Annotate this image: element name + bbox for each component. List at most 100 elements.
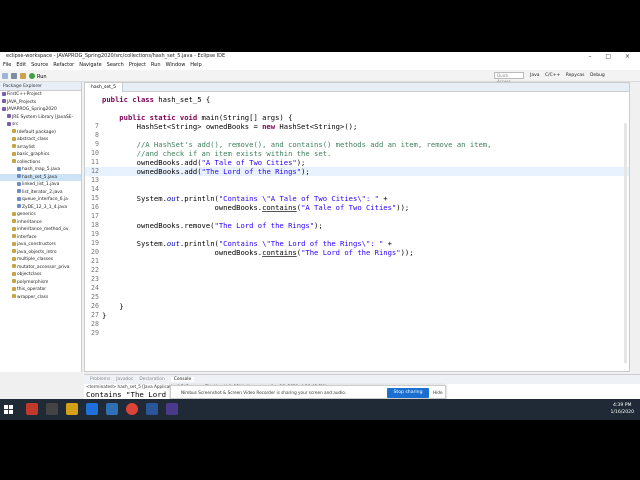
edge-icon[interactable] <box>86 403 98 415</box>
tree-item[interactable]: this_operator <box>0 286 81 294</box>
tree-item[interactable]: hash_set_5.java <box>0 173 81 181</box>
tree-item-label: JRE System Library [JavaSE- <box>12 114 74 120</box>
new-icon[interactable] <box>2 73 8 79</box>
code-line: 18 ownedBooks.remove("The Lord of the Ri… <box>85 221 629 230</box>
outlook-icon[interactable] <box>146 403 158 415</box>
code-token: System. <box>102 239 167 248</box>
tree-item-label: multiple_classes <box>17 257 54 262</box>
hide-button[interactable]: Hide <box>433 386 443 400</box>
tab-problems[interactable]: Problems <box>90 377 110 382</box>
tree-item[interactable]: wrapper_class <box>0 294 81 302</box>
save-icon[interactable] <box>11 73 17 79</box>
line-number: 7 <box>95 122 99 130</box>
tree-item-label: queue_interface_6.ja <box>22 197 68 202</box>
package-icon <box>7 114 11 118</box>
package-tree: FirstC++Project JAVA_Projects JAVAPROG_Spr… <box>0 91 81 301</box>
code-text: public static void main(String[] args) { <box>102 113 292 122</box>
windows-start-icon[interactable] <box>4 405 13 414</box>
window-controls[interactable]: – □ × <box>588 52 636 61</box>
code-token: "Contains \"A Tale of Two Cities\": " <box>218 194 379 203</box>
run-icon[interactable] <box>29 73 35 79</box>
tree-item[interactable]: collections <box>0 159 81 167</box>
editor-tab-hash-set-5[interactable]: hash_set_5 <box>85 83 124 92</box>
code-line: public class hash_set_5 { <box>85 95 629 104</box>
editor-scrollbar[interactable] <box>624 123 627 363</box>
tree-item[interactable]: arraylist <box>0 144 81 152</box>
taskbar-app-icon[interactable] <box>26 403 38 415</box>
code-text: System.out.println("Contains \"A Tale of… <box>102 194 388 203</box>
menu-window[interactable]: Window <box>166 62 186 68</box>
tab-javadoc[interactable]: Javadoc <box>116 377 133 382</box>
code-token: contains <box>262 248 297 257</box>
menu-edit[interactable]: Edit <box>16 62 26 68</box>
line-number: 13 <box>91 176 99 184</box>
menu-project[interactable]: Project <box>129 62 146 68</box>
tree-item[interactable]: java_constructors <box>0 241 81 249</box>
line-number: 12 <box>91 167 99 175</box>
menu-search[interactable]: Search <box>107 62 124 68</box>
line-number: 23 <box>91 275 99 283</box>
package-icon <box>12 129 16 133</box>
line-number: 19 <box>91 239 99 247</box>
perspective-java[interactable]: Java <box>530 73 540 78</box>
system-clock[interactable]: 4:39 PM 1/16/2020 <box>610 402 634 416</box>
tree-item-label: this_operator <box>17 287 47 292</box>
debug-icon[interactable] <box>20 73 26 79</box>
code-token: ownedBooks.add( <box>102 158 202 167</box>
tree-item[interactable]: basic_graphics <box>0 151 81 159</box>
eclipse-icon[interactable] <box>166 403 178 415</box>
word-icon[interactable] <box>106 403 118 415</box>
code-token: new <box>262 122 280 131</box>
code-line: 13 <box>85 176 629 185</box>
menu-refactor[interactable]: Refactor <box>53 62 74 68</box>
tree-item[interactable]: src <box>0 121 81 129</box>
tree-item[interactable]: FirstC++Project <box>0 91 81 99</box>
tree-item[interactable]: linked_list_1.java <box>0 181 81 189</box>
tree-item[interactable]: mutator_accessor_priva <box>0 264 81 272</box>
tree-item[interactable]: generics <box>0 211 81 219</box>
code-token: "The Lord of the Rings" <box>201 167 302 176</box>
file-explorer-icon[interactable] <box>66 403 78 415</box>
tree-item-label: FirstC++Project <box>7 92 42 97</box>
menu-source[interactable]: Source <box>31 62 48 68</box>
menu-navigate[interactable]: Navigate <box>79 62 101 68</box>
tree-item[interactable]: java_objects_intro <box>0 249 81 257</box>
code-text: ownedBooks.add("A Tale of Two Cities"); <box>102 158 306 167</box>
taskbar-app-icon[interactable] <box>46 403 58 415</box>
menu-run[interactable]: Run <box>151 62 161 68</box>
tree-item-label: linked_list_1.java <box>22 182 60 187</box>
quick-access-input[interactable]: Quick Access <box>494 72 524 84</box>
chrome-icon[interactable] <box>126 403 138 415</box>
tree-item[interactable]: ZyDE_12_3_1_4.java <box>0 204 81 212</box>
tree-item[interactable]: list_iterator_2.java <box>0 189 81 197</box>
code-token: ownedBooks.remove( <box>102 221 215 230</box>
code-area[interactable]: public class hash_set_5 { public static … <box>85 95 629 371</box>
tree-item[interactable]: objectclass <box>0 271 81 279</box>
tab-declaration[interactable]: Declaration <box>139 377 164 382</box>
tree-item[interactable]: interface <box>0 234 81 242</box>
tree-item[interactable]: inheritance <box>0 219 81 227</box>
tree-item[interactable]: abstract_class <box>0 136 81 144</box>
tree-item[interactable]: hash_map_5.java <box>0 166 81 174</box>
tree-item[interactable]: queue_interface_6.ja <box>0 196 81 204</box>
stop-sharing-button[interactable]: Stop sharing <box>387 388 429 398</box>
package-explorer-tab[interactable]: Package Explorer <box>0 82 81 91</box>
perspective-repycas[interactable]: Repycas <box>566 73 585 78</box>
tree-item[interactable]: polymorphism <box>0 279 81 287</box>
window-title: eclipse-workspace - JAVAPROG_Spring2020/… <box>6 53 226 59</box>
tree-item[interactable]: multiple_classes <box>0 256 81 264</box>
menu-help[interactable]: Help <box>190 62 201 68</box>
code-token: //and check if an item exists within the… <box>102 149 332 158</box>
tree-item[interactable]: inheritance_method_ov <box>0 226 81 234</box>
perspective-cpp[interactable]: C/C++ <box>545 73 560 78</box>
line-number: 21 <box>91 257 99 265</box>
package-icon <box>12 241 16 246</box>
tree-item[interactable]: JAVA_Projects <box>0 99 81 107</box>
perspective-debug[interactable]: Debug <box>590 73 605 78</box>
tree-item[interactable]: JRE System Library [JavaSE- <box>0 114 81 122</box>
tree-item[interactable]: (default package) <box>0 129 81 137</box>
run-label[interactable]: Run <box>37 74 47 80</box>
tree-item[interactable]: JAVAPROG_Spring2020 <box>0 106 81 114</box>
tab-console[interactable]: Console <box>170 377 195 382</box>
menu-file[interactable]: File <box>3 62 11 68</box>
